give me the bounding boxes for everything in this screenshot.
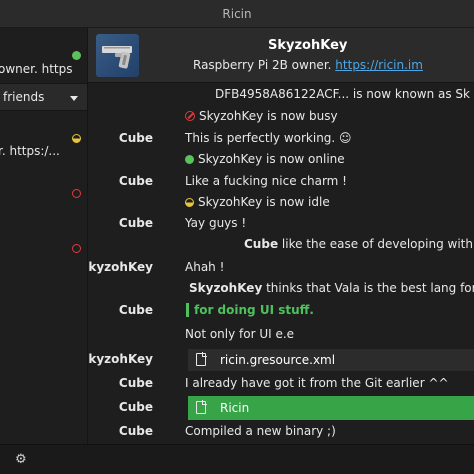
message-sender: Cube <box>118 131 153 145</box>
message-text: Ahah ! <box>185 260 225 274</box>
contact-status-snippet: r. https:/... <box>0 144 60 158</box>
info-text: DFB4958A86122ACF... is now known as Sk <box>215 87 470 101</box>
avatar[interactable] <box>96 34 139 77</box>
window-title: Ricin <box>222 7 252 21</box>
online-status-icon <box>72 51 81 60</box>
online-status-icon <box>185 155 194 164</box>
status-link[interactable]: https://ricin.im <box>335 58 423 72</box>
chevron-down-icon <box>70 96 78 101</box>
status-text: Raspberry Pi 2B owner. <box>193 58 332 72</box>
message-text: This is perfectly working. ☺ <box>185 131 352 145</box>
file-attachment[interactable]: ricin.gresource.xml <box>188 349 474 371</box>
action-text: Cube like the ease of developing with Vi <box>244 237 474 251</box>
contact-item[interactable] <box>0 218 87 274</box>
gear-icon[interactable]: ⚙ <box>15 453 27 466</box>
busy-status-icon <box>185 111 195 121</box>
contact-name: SkyzohKey <box>268 38 348 53</box>
status-change-text: SkyzohKey is now online <box>185 152 345 166</box>
idle-status-icon <box>72 134 81 143</box>
message-text: Yay guys ! <box>185 216 247 230</box>
chat-message: Cube for doing UI stuff. <box>88 303 474 323</box>
contact-item[interactable]: r. https:/... <box>0 112 87 162</box>
file-name: Ricin <box>220 401 250 415</box>
friends-filter-dropdown[interactable]: friends <box>0 83 87 111</box>
file-message: Cube Ricin <box>88 396 474 420</box>
status-change-text: SkyzohKey is now busy <box>185 109 338 123</box>
idle-status-icon <box>185 198 194 207</box>
message-sender: Cube <box>118 376 153 390</box>
action-text: SkyzohKey thinks that Vala is the best l… <box>189 281 474 295</box>
message-sender: SkyzohKey <box>88 260 153 274</box>
message-sender: Cube <box>118 303 153 317</box>
message-text: I already have got it from the Git earli… <box>185 376 449 390</box>
window-titlebar: Ricin <box>0 0 474 28</box>
contact-status-message: Raspberry Pi 2B owner. https://ricin.im <box>193 58 423 72</box>
contact-item[interactable]: owner. https <box>0 28 87 83</box>
file-message: SkyzohKey ricin.gresource.xml <box>88 349 474 371</box>
status-change-text: SkyzohKey is now idle <box>185 195 330 209</box>
contact-status-snippet: owner. https <box>0 62 73 76</box>
message-text: Like a fucking nice charm ! <box>185 174 347 188</box>
offline-status-icon <box>72 244 81 253</box>
message-text: Compiled a new binary ;) <box>185 424 336 438</box>
message-text: Not only for UI e.e <box>185 327 295 341</box>
offline-status-icon <box>72 189 81 198</box>
file-name: ricin.gresource.xml <box>220 353 336 367</box>
contact-item[interactable] <box>0 162 87 218</box>
file-icon <box>196 352 207 366</box>
file-attachment[interactable]: Ricin <box>188 396 474 420</box>
message-sender: Cube <box>118 174 153 188</box>
quote-text: for doing UI stuff. <box>186 303 314 317</box>
message-sender: Cube <box>118 400 153 414</box>
bottom-toolbar: ⚙ <box>0 444 474 474</box>
message-sender: Cube <box>118 424 153 438</box>
message-sender: Cube <box>118 216 153 230</box>
chat-header: SkyzohKey Raspberry Pi 2B owner. https:/… <box>88 28 474 83</box>
message-sender: SkyzohKey <box>88 352 153 366</box>
message-list: DFB4958A86122ACF... is now known as Sk S… <box>88 83 474 444</box>
filter-label: friends <box>3 90 45 104</box>
file-icon <box>196 400 207 414</box>
contact-sidebar: owner. https friends r. https:/... <box>0 28 88 444</box>
